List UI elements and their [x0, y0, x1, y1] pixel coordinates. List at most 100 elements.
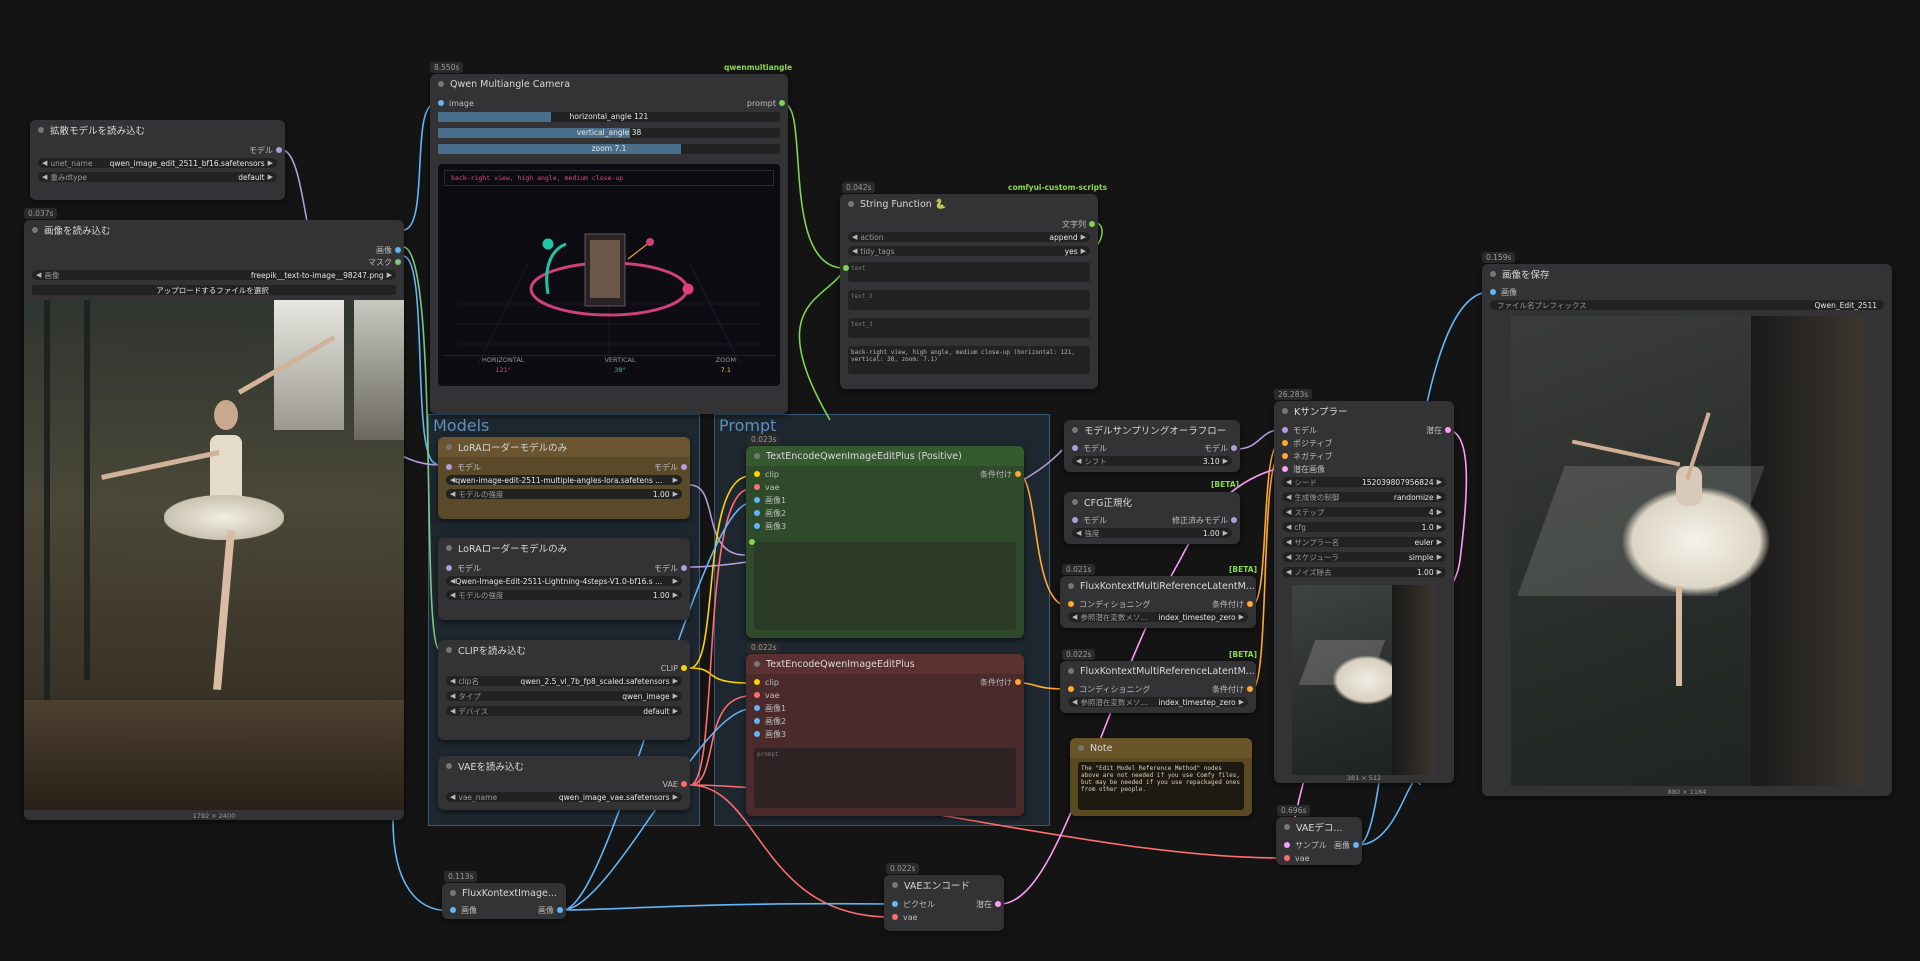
clip-type-combo[interactable]: ◀ タイプ qwen_image ▶	[446, 691, 682, 701]
cfg-input[interactable]: ◀ cfg 1.0 ▶	[1282, 522, 1446, 532]
collapse-dot[interactable]	[446, 545, 452, 551]
node-qwen-multiangle-camera[interactable]: Qwen Multiangle Camera image prompt hori…	[430, 74, 788, 414]
text-2-input[interactable]: text_2	[848, 290, 1090, 310]
output-socket-clip[interactable]	[681, 665, 687, 671]
collapse-dot[interactable]	[32, 227, 38, 233]
node-unet-loader[interactable]: 拡散モデルを読み込む モデル ◀ unet_name qwen_image_edit…	[30, 120, 285, 200]
output-socket-model[interactable]	[681, 464, 687, 470]
output-socket-prompt[interactable]	[779, 100, 785, 106]
node-load-image[interactable]: 画像を読み込む 画像 マスク ◀ 画像 freepik__text-to-image…	[24, 220, 404, 820]
input-socket-image[interactable]	[1490, 289, 1496, 295]
steps-input[interactable]: ◀ ステップ 4 ▶	[1282, 507, 1446, 517]
node-string-function[interactable]: String Function 🐍 文字列 ◀ action append ▶ ◀ ti…	[840, 194, 1098, 389]
input-socket-model[interactable]	[1072, 445, 1078, 451]
input-socket-samples[interactable]	[1284, 842, 1290, 848]
input-socket-conditioning[interactable]	[1068, 686, 1074, 692]
output-socket-image[interactable]	[395, 247, 401, 253]
input-socket-image[interactable]	[438, 100, 444, 106]
node-text-encode-negative[interactable]: TextEncodeQwenImageEditPlus clip 条件付け vae…	[746, 654, 1024, 816]
output-socket-model[interactable]	[1231, 445, 1237, 451]
input-socket-vae[interactable]	[754, 692, 760, 698]
collapse-dot[interactable]	[754, 453, 760, 459]
input-socket-image2[interactable]	[754, 718, 760, 724]
input-socket-image[interactable]	[450, 907, 456, 913]
filename-prefix-input[interactable]: ファイル名プレフィックス Qwen_Edit_2511	[1490, 300, 1884, 310]
node-flux-kontext-image-scale[interactable]: FluxKontextImage... 画像 画像	[442, 883, 566, 919]
clip-name-combo[interactable]: ◀ clip名 qwen_2.5_vl_7b_fp8_scaled.safetens…	[446, 676, 682, 686]
camera-preview[interactable]: back-right view, high angle, medium clos…	[438, 164, 780, 386]
horizontal-angle-slider[interactable]: horizontal_angle 121	[438, 112, 780, 122]
input-socket-image3[interactable]	[754, 523, 760, 529]
node-lora-loader-multiple-angles[interactable]: LoRAローダーモデルのみ モデル モデル ◀ qwen-image-edit-25…	[438, 437, 690, 519]
denoise-input[interactable]: ◀ ノイズ除去 1.00 ▶	[1282, 567, 1446, 577]
output-socket-image[interactable]	[1353, 842, 1359, 848]
output-socket-latent[interactable]	[1445, 427, 1451, 433]
input-socket-model[interactable]	[1282, 427, 1288, 433]
seed-input[interactable]: ◀ シード 152039807956824 ▶	[1282, 477, 1446, 487]
node-clip-loader[interactable]: CLIPを読み込む CLIP ◀ clip名 qwen_2.5_vl_7b_fp8_…	[438, 640, 690, 740]
upload-button[interactable]: アップロードするファイルを選択	[32, 285, 396, 295]
node-lora-loader-lightning[interactable]: LoRAローダーモデルのみ モデル モデル ◀ Qwen-Image-Edit-25…	[438, 538, 690, 620]
collapse-dot[interactable]	[1282, 408, 1288, 414]
node-note[interactable]: Note The "Edit Model Reference Method" n…	[1070, 738, 1252, 816]
output-socket-mask[interactable]	[395, 259, 401, 265]
collapse-dot[interactable]	[848, 201, 854, 207]
node-ksampler[interactable]: Kサンプラー モデル 潜在 ポジティブ ネガティブ 潜在画像 ◀ シード 152039…	[1274, 401, 1454, 783]
vertical-angle-slider[interactable]: vertical_angle 38	[438, 128, 780, 138]
tidy-tags-combo[interactable]: ◀ tidy_tags yes ▶	[848, 246, 1090, 256]
node-flux-multi-reference-2[interactable]: FluxKontextMultiReferenceLatentM... コンディ…	[1060, 661, 1256, 713]
lora-name-combo[interactable]: ◀ Qwen-Image-Edit-2511-Lightning-4steps-V…	[446, 576, 682, 586]
vae-name-combo[interactable]: ◀ vae_name qwen_image_vae.safetensors ▶	[446, 792, 682, 802]
collapse-dot[interactable]	[892, 882, 898, 888]
input-socket-conditioning[interactable]	[1068, 601, 1074, 607]
input-socket-negative[interactable]	[1282, 453, 1288, 459]
collapse-dot[interactable]	[754, 661, 760, 667]
output-socket-conditioning[interactable]	[1015, 471, 1021, 477]
output-socket-model[interactable]	[276, 147, 282, 153]
prompt-textarea[interactable]: prompt	[754, 748, 1016, 808]
output-socket-image[interactable]	[557, 907, 563, 913]
collapse-dot[interactable]	[450, 890, 456, 896]
input-socket-text[interactable]	[843, 265, 849, 271]
input-socket-latent[interactable]	[1282, 466, 1288, 472]
input-socket-pixels[interactable]	[892, 901, 898, 907]
strength-input[interactable]: ◀ 強度 1.00 ▶	[1072, 528, 1232, 538]
collapse-dot[interactable]	[1078, 745, 1084, 751]
prompt-textarea[interactable]	[754, 542, 1016, 630]
model-strength-input[interactable]: ◀ モデルの強度 1.00 ▶	[446, 489, 682, 499]
zoom-slider[interactable]: zoom 7.1	[438, 144, 780, 154]
lora-name-combo[interactable]: ◀ qwen-image-edit-2511-multiple-angles-lo…	[446, 475, 682, 485]
input-socket-clip[interactable]	[754, 471, 760, 477]
input-socket-image1[interactable]	[754, 705, 760, 711]
input-socket-vae[interactable]	[1284, 855, 1290, 861]
input-socket-clip[interactable]	[754, 679, 760, 685]
collapse-dot[interactable]	[446, 444, 452, 450]
device-combo[interactable]: ◀ デバイス default ▶	[446, 706, 682, 716]
input-socket-model[interactable]	[446, 565, 452, 571]
collapse-dot[interactable]	[1072, 427, 1078, 433]
node-text-encode-positive[interactable]: TextEncodeQwenImageEditPlus (Positive) c…	[746, 446, 1024, 638]
collapse-dot[interactable]	[1068, 583, 1074, 589]
control-after-generate-combo[interactable]: ◀ 生成後の制御 randomize ▶	[1282, 492, 1446, 502]
unet-name-combo[interactable]: ◀ unet_name qwen_image_edit_2511_bf16.safe…	[38, 158, 277, 168]
note-text[interactable]: The "Edit Model Reference Method" nodes …	[1078, 762, 1244, 810]
action-combo[interactable]: ◀ action append ▶	[848, 232, 1090, 242]
node-vae-encode[interactable]: VAEエンコード ピクセル 潜在 vae	[884, 875, 1004, 931]
weight-dtype-combo[interactable]: ◀ 重みdtype default ▶	[38, 172, 277, 182]
output-socket-latent[interactable]	[995, 901, 1001, 907]
node-flux-multi-reference-1[interactable]: FluxKontextMultiReferenceLatentM... コンディ…	[1060, 576, 1256, 628]
collapse-dot[interactable]	[446, 763, 452, 769]
output-socket-string[interactable]	[1089, 221, 1095, 227]
image-file-combo[interactable]: ◀ 画像 freepik__text-to-image__98247.png ▶	[32, 270, 396, 280]
reference-latent-method-combo[interactable]: ◀ 参照潜在変数メソ... index_timestep_zero ▶	[1068, 697, 1248, 707]
input-socket-positive[interactable]	[1282, 440, 1288, 446]
input-socket-model[interactable]	[446, 464, 452, 470]
collapse-dot[interactable]	[1072, 499, 1078, 505]
collapse-dot[interactable]	[1068, 668, 1074, 674]
node-model-sampling-auraflow[interactable]: モデルサンプリングオーラフロー モデル モデル ◀ シフト 3.10 ▶	[1064, 420, 1240, 472]
reference-latent-method-combo[interactable]: ◀ 参照潜在変数メソ... index_timestep_zero ▶	[1068, 612, 1248, 622]
output-socket-conditioning[interactable]	[1015, 679, 1021, 685]
input-socket-image1[interactable]	[754, 497, 760, 503]
node-vae-decode[interactable]: VAEデコ... サンプル 画像 vae	[1276, 817, 1362, 865]
text-3-input[interactable]: text_3	[848, 318, 1090, 338]
